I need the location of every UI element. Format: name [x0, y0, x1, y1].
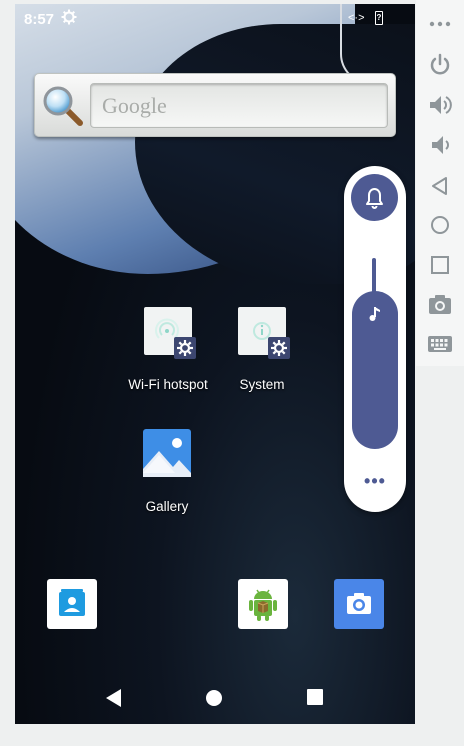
status-clock: 8:57 — [24, 11, 55, 28]
volume-slider[interactable] — [352, 291, 398, 449]
keyboard-icon[interactable] — [428, 332, 452, 356]
power-icon[interactable] — [428, 53, 452, 77]
camera-icon — [347, 593, 371, 614]
home-icon[interactable] — [205, 689, 223, 707]
dock-contacts[interactable] — [47, 579, 97, 629]
volume-up-icon[interactable] — [428, 93, 452, 117]
data-activity-icon: <·> — [348, 12, 365, 24]
battery-icon: ? — [375, 11, 383, 25]
volume-more-button[interactable]: ••• — [359, 472, 391, 492]
google-search-widget[interactable]: Google — [34, 73, 396, 137]
app-system[interactable]: System — [217, 307, 307, 397]
status-bar: 8:57 <·> ? — [15, 4, 415, 34]
volume-down-icon[interactable] — [428, 133, 452, 157]
more-options-icon[interactable] — [428, 12, 452, 36]
search-input[interactable]: Google — [90, 83, 388, 128]
back-icon[interactable] — [428, 174, 452, 198]
search-placeholder: Google — [102, 93, 167, 118]
recents-icon[interactable] — [307, 689, 323, 705]
home-icon[interactable] — [428, 213, 452, 237]
volume-panel: ••• — [344, 166, 406, 512]
emulator-frame: 8:57 <·> ? Google Wi-Fi hotspot System G… — [0, 0, 464, 746]
settings-notification-icon — [61, 9, 77, 25]
app-wifi-hotspot[interactable]: Wi-Fi hotspot — [123, 307, 213, 397]
android-package-icon — [249, 589, 277, 621]
bell-icon — [366, 188, 383, 209]
ringer-mode-button[interactable] — [351, 174, 398, 221]
gallery-icon[interactable] — [143, 429, 191, 477]
settings-badge-icon — [268, 337, 290, 359]
dock-camera[interactable] — [334, 579, 384, 629]
screenshot-camera-icon[interactable] — [428, 292, 452, 316]
app-gallery[interactable]: Gallery — [122, 429, 212, 519]
device-screen[interactable]: 8:57 <·> ? Google Wi-Fi hotspot System G… — [15, 4, 415, 724]
search-icon[interactable] — [41, 84, 85, 128]
settings-badge-icon — [174, 337, 196, 359]
app-label: Gallery — [145, 499, 189, 514]
app-label: System — [239, 377, 285, 392]
music-note-icon — [369, 307, 380, 321]
back-icon[interactable] — [104, 687, 124, 709]
overview-icon[interactable] — [428, 253, 452, 277]
wifi-hotspot-settings-icon[interactable] — [144, 307, 196, 359]
contacts-icon — [59, 589, 85, 616]
emulator-toolbar — [416, 0, 464, 366]
dock-android-app[interactable] — [238, 579, 288, 629]
app-label: Wi-Fi hotspot — [128, 377, 208, 392]
system-settings-icon[interactable] — [238, 307, 290, 359]
